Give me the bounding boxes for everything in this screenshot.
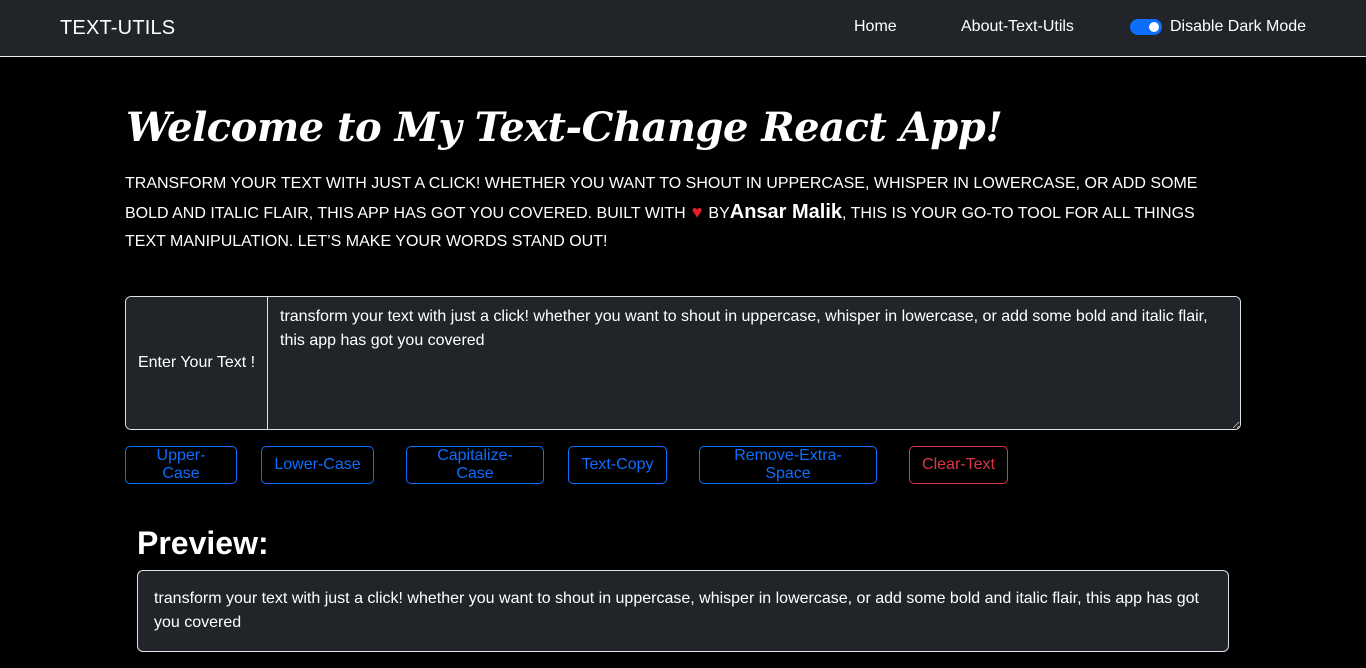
text-input-label: Enter Your Text ! [126, 297, 268, 429]
heart-icon: ♥ [691, 202, 703, 222]
preview-heading: Preview: [137, 525, 269, 561]
brand-logo[interactable]: TEXT-UTILS [60, 17, 175, 40]
navbar: TEXT-UTILS Home About-Text-Utils Disable… [0, 0, 1366, 57]
upper-case-button[interactable]: Upper-Case [125, 446, 237, 484]
text-copy-button[interactable]: Text-Copy [568, 446, 667, 484]
dark-mode-toggle-group: Disable Dark Mode [1130, 17, 1306, 37]
author-name: Ansar Malik [729, 201, 843, 223]
capitalize-case-button[interactable]: Capitalize-Case [406, 446, 544, 484]
preview-text: transform your text with just a click! w… [137, 570, 1229, 652]
nav-link-home[interactable]: Home [854, 18, 897, 36]
text-input-group: Enter Your Text ! [125, 296, 1241, 430]
page-description: Transform your text with just a click! W… [125, 170, 1235, 256]
dark-mode-toggle-label[interactable]: Disable Dark Mode [1170, 18, 1306, 36]
clear-text-button[interactable]: Clear-Text [909, 446, 1008, 484]
description-by: by [708, 205, 730, 222]
remove-extra-space-button[interactable]: Remove-Extra-Space [699, 446, 877, 484]
page-title: Welcome to My Text-Change React App! [126, 104, 1003, 151]
lower-case-button[interactable]: Lower-Case [261, 446, 374, 484]
text-input[interactable] [268, 297, 1240, 429]
nav-link-about[interactable]: About-Text-Utils [961, 18, 1074, 36]
dark-mode-toggle[interactable] [1130, 19, 1162, 35]
toggle-knob [1149, 22, 1159, 32]
